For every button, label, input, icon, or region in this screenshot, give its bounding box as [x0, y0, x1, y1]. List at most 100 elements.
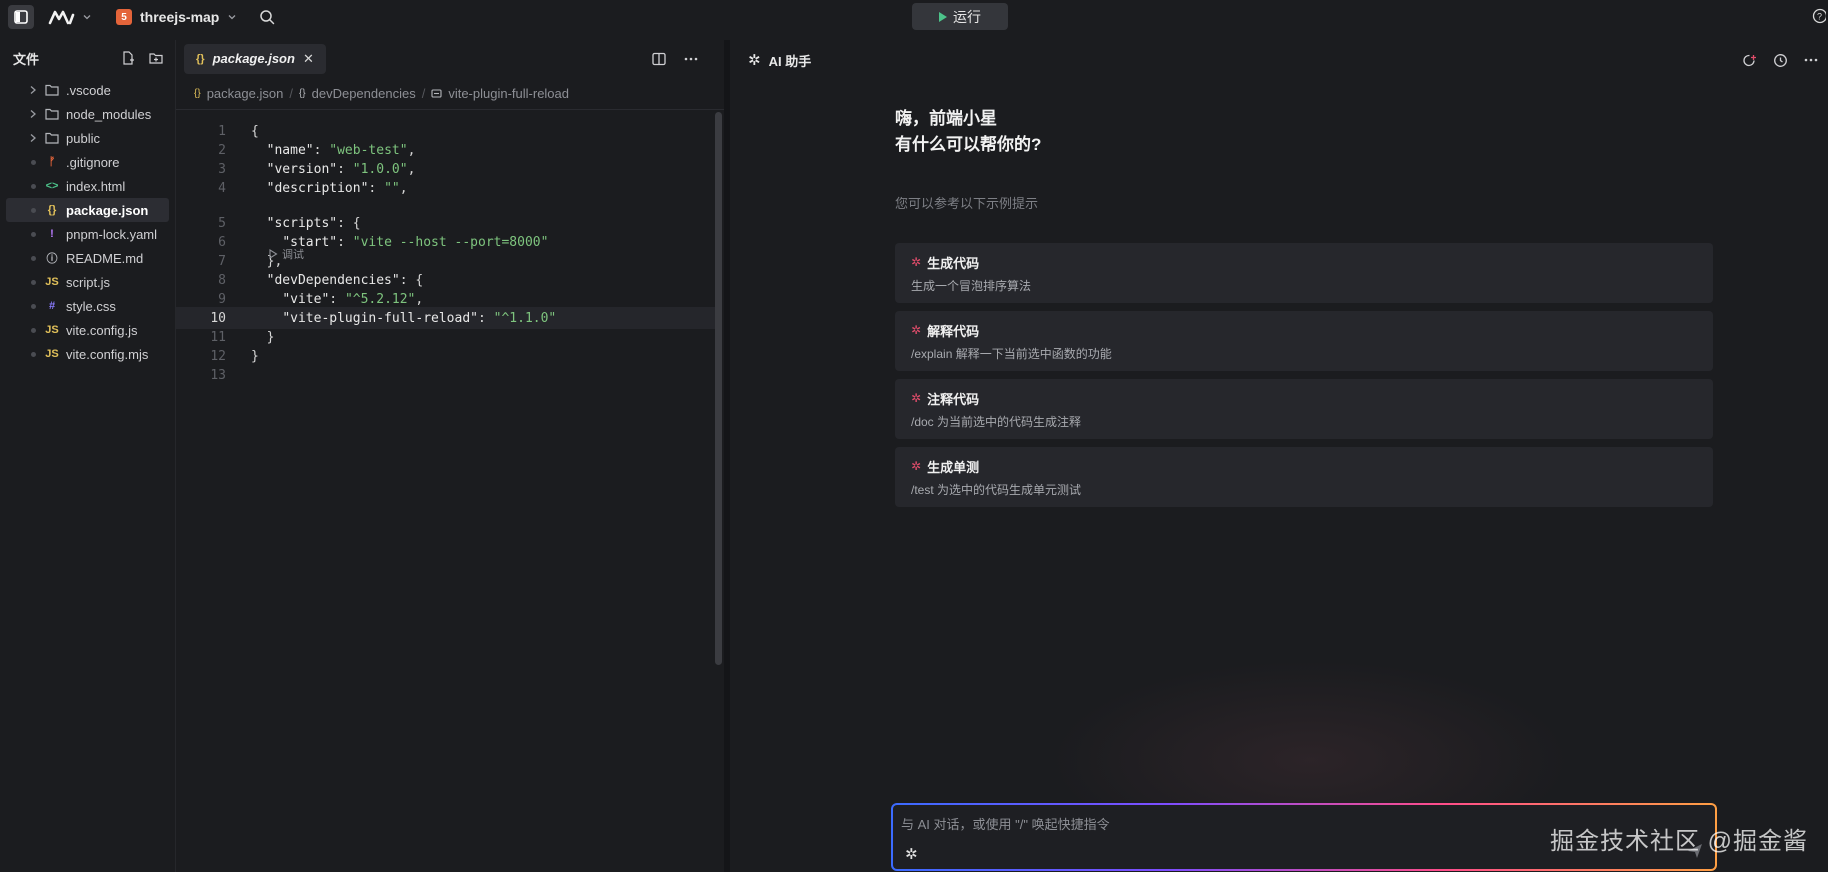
file-tree-item[interactable]: {} package.json — [6, 198, 169, 222]
new-folder-icon[interactable] — [149, 51, 163, 65]
card-title-row: ✲ 生成单测 — [911, 456, 1697, 476]
close-icon[interactable]: ✕ — [303, 51, 314, 67]
code-text: "vite-plugin-full-reload": "^1.1.0" — [282, 310, 557, 326]
sparkle-icon: ✲ — [911, 255, 922, 269]
run-button[interactable]: 运行 — [912, 3, 1008, 30]
git-file-icon: ᚠ — [48, 156, 56, 168]
card-title: 解释代码 — [927, 323, 980, 339]
example-prompt-card[interactable]: ✲ 生成代码生成一个冒泡排序算法 — [895, 243, 1713, 303]
code-area[interactable]: 1 {2 "name": "web-test", 3 "version": "1.0… — [176, 118, 724, 872]
file-tree-label: package.json — [66, 202, 149, 218]
html-file-icon: <> — [45, 180, 59, 192]
tree-dot-icon — [24, 231, 42, 237]
file-tree-item[interactable]: ! pnpm-lock.yaml — [6, 222, 169, 246]
code-line[interactable]: 4 "description": "", — [176, 177, 721, 199]
search-icon[interactable] — [259, 9, 275, 25]
file-tree-item[interactable]: JS script.js — [6, 270, 169, 294]
code-text: "version": "1.0.0", — [266, 161, 416, 177]
breadcrumb-separator: / — [421, 86, 426, 101]
line-number: 6 — [218, 234, 226, 250]
example-prompt-card[interactable]: ✲ 解释代码/explain 解释一下当前选中函数的功能 — [895, 311, 1713, 371]
greeting-line: 有什么可以帮你的? — [895, 135, 1042, 154]
file-tree-label: script.js — [66, 274, 111, 290]
file-tree-item[interactable]: ⓘ README.md — [6, 246, 169, 270]
code-text: { — [251, 123, 259, 139]
tree-dot-icon — [24, 159, 42, 165]
breadcrumb-item[interactable]: vite-plugin-full-reload — [448, 86, 569, 101]
file-tree-item[interactable]: # style.css — [6, 294, 169, 318]
js-file-icon: JS — [45, 348, 59, 360]
example-prompts: ✲ 生成代码生成一个冒泡排序算法 ✲ 解释代码/explain 解释一下当前选中函数的… — [895, 243, 1713, 515]
file-tree-label: index.html — [66, 178, 126, 194]
file-tree-item[interactable]: <> index.html — [6, 174, 169, 198]
line-number: 9 — [218, 291, 226, 307]
ai-assistant-panel: ✲ AI 助手 嗨，前端小星 有什么可以帮你的? 您可以参考以下示例提示 ✲ 生成… — [730, 40, 1828, 872]
chevron-down-icon — [228, 15, 236, 20]
history-icon[interactable] — [1773, 53, 1788, 68]
example-prompt-card[interactable]: ✲ 生成单测/test 为选中的代码生成单元测试 — [895, 447, 1713, 507]
json-file-icon: {} — [194, 88, 201, 99]
chevron-right-icon — [24, 85, 42, 95]
sparkle-icon: ✲ — [748, 52, 761, 69]
svg-text:?: ? — [1817, 12, 1822, 22]
play-outline-icon — [269, 249, 278, 259]
file-tree-item[interactable]: .vscode — [6, 78, 169, 102]
line-number: 12 — [210, 348, 226, 364]
greeting-line: 嗨，前端小星 — [895, 109, 997, 128]
play-icon — [939, 11, 947, 22]
debug-codelens[interactable]: 调试 — [268, 246, 304, 262]
card-description: 生成一个冒泡排序算法 — [911, 279, 1032, 293]
line-number: 1 — [218, 123, 226, 139]
tree-dot-icon — [24, 351, 42, 357]
tab-package-json[interactable]: {} package.json ✕ — [184, 43, 326, 74]
tree-dot-icon — [24, 183, 42, 189]
new-file-icon[interactable] — [121, 51, 135, 65]
file-tree-item[interactable]: node_modules — [6, 102, 169, 126]
object-icon: {} — [298, 88, 306, 99]
file-tree-item[interactable]: JS vite.config.js — [6, 318, 169, 342]
file-tree-item[interactable]: JS vite.config.mjs — [6, 342, 169, 366]
project-selector[interactable]: 5 threejs-map — [116, 9, 237, 25]
sparkle-icon[interactable]: ✲ — [905, 845, 918, 863]
file-tree-label: vite.config.mjs — [66, 346, 149, 362]
sparkle-icon: ✲ — [911, 459, 922, 473]
tree-dot-icon — [24, 303, 42, 309]
tree-dot-icon — [24, 327, 42, 333]
app-logo-menu[interactable] — [48, 9, 92, 25]
more-icon[interactable] — [1804, 58, 1818, 62]
ai-panel-header: ✲ AI 助手 — [730, 40, 1828, 80]
json-file-icon: {} — [47, 204, 57, 216]
line-number: 13 — [210, 367, 226, 383]
folder-icon — [42, 108, 62, 120]
sparkle-icon: ✲ — [911, 391, 922, 405]
ai-greeting: 嗨，前端小星 有什么可以帮你的? — [895, 106, 1041, 158]
card-title-row: ✲ 生成代码 — [911, 252, 1697, 272]
breadcrumb-separator: / — [289, 86, 293, 101]
breadcrumb-item[interactable]: devDependencies — [312, 86, 416, 101]
example-prompt-card[interactable]: ✲ 注释代码/doc 为当前选中的代码生成注释 — [895, 379, 1713, 439]
code-text: "description": "", — [266, 180, 408, 196]
tree-dot-icon — [24, 255, 42, 261]
toggle-sidebar-button[interactable] — [8, 5, 34, 29]
sidebar-toggle-icon — [14, 10, 28, 24]
line-number: 11 — [210, 329, 226, 345]
new-chat-icon[interactable] — [1742, 53, 1757, 68]
html5-icon: 5 — [116, 9, 132, 25]
debug-label: 调试 — [282, 249, 304, 261]
more-icon[interactable] — [684, 57, 698, 61]
yaml-file-icon: ! — [50, 228, 54, 240]
code-line[interactable]: 13 — [176, 364, 721, 386]
marscode-logo-icon — [48, 10, 75, 25]
split-editor-icon[interactable] — [652, 52, 666, 66]
breadcrumb-item[interactable]: package.json — [207, 86, 284, 101]
file-tree-label: public — [66, 130, 100, 146]
editor-scrollbar[interactable] — [715, 112, 722, 665]
file-tree-item[interactable]: public — [6, 126, 169, 150]
help-icon[interactable]: ? — [1812, 8, 1826, 24]
file-tree-item[interactable]: ᚠ .gitignore — [6, 150, 169, 174]
file-tree-label: .gitignore — [66, 154, 120, 170]
run-label: 运行 — [953, 8, 981, 25]
example-hint: 您可以参考以下示例提示 — [895, 196, 1039, 211]
folder-icon — [42, 84, 62, 96]
card-description: /test 为选中的代码生成单元测试 — [911, 483, 1082, 497]
